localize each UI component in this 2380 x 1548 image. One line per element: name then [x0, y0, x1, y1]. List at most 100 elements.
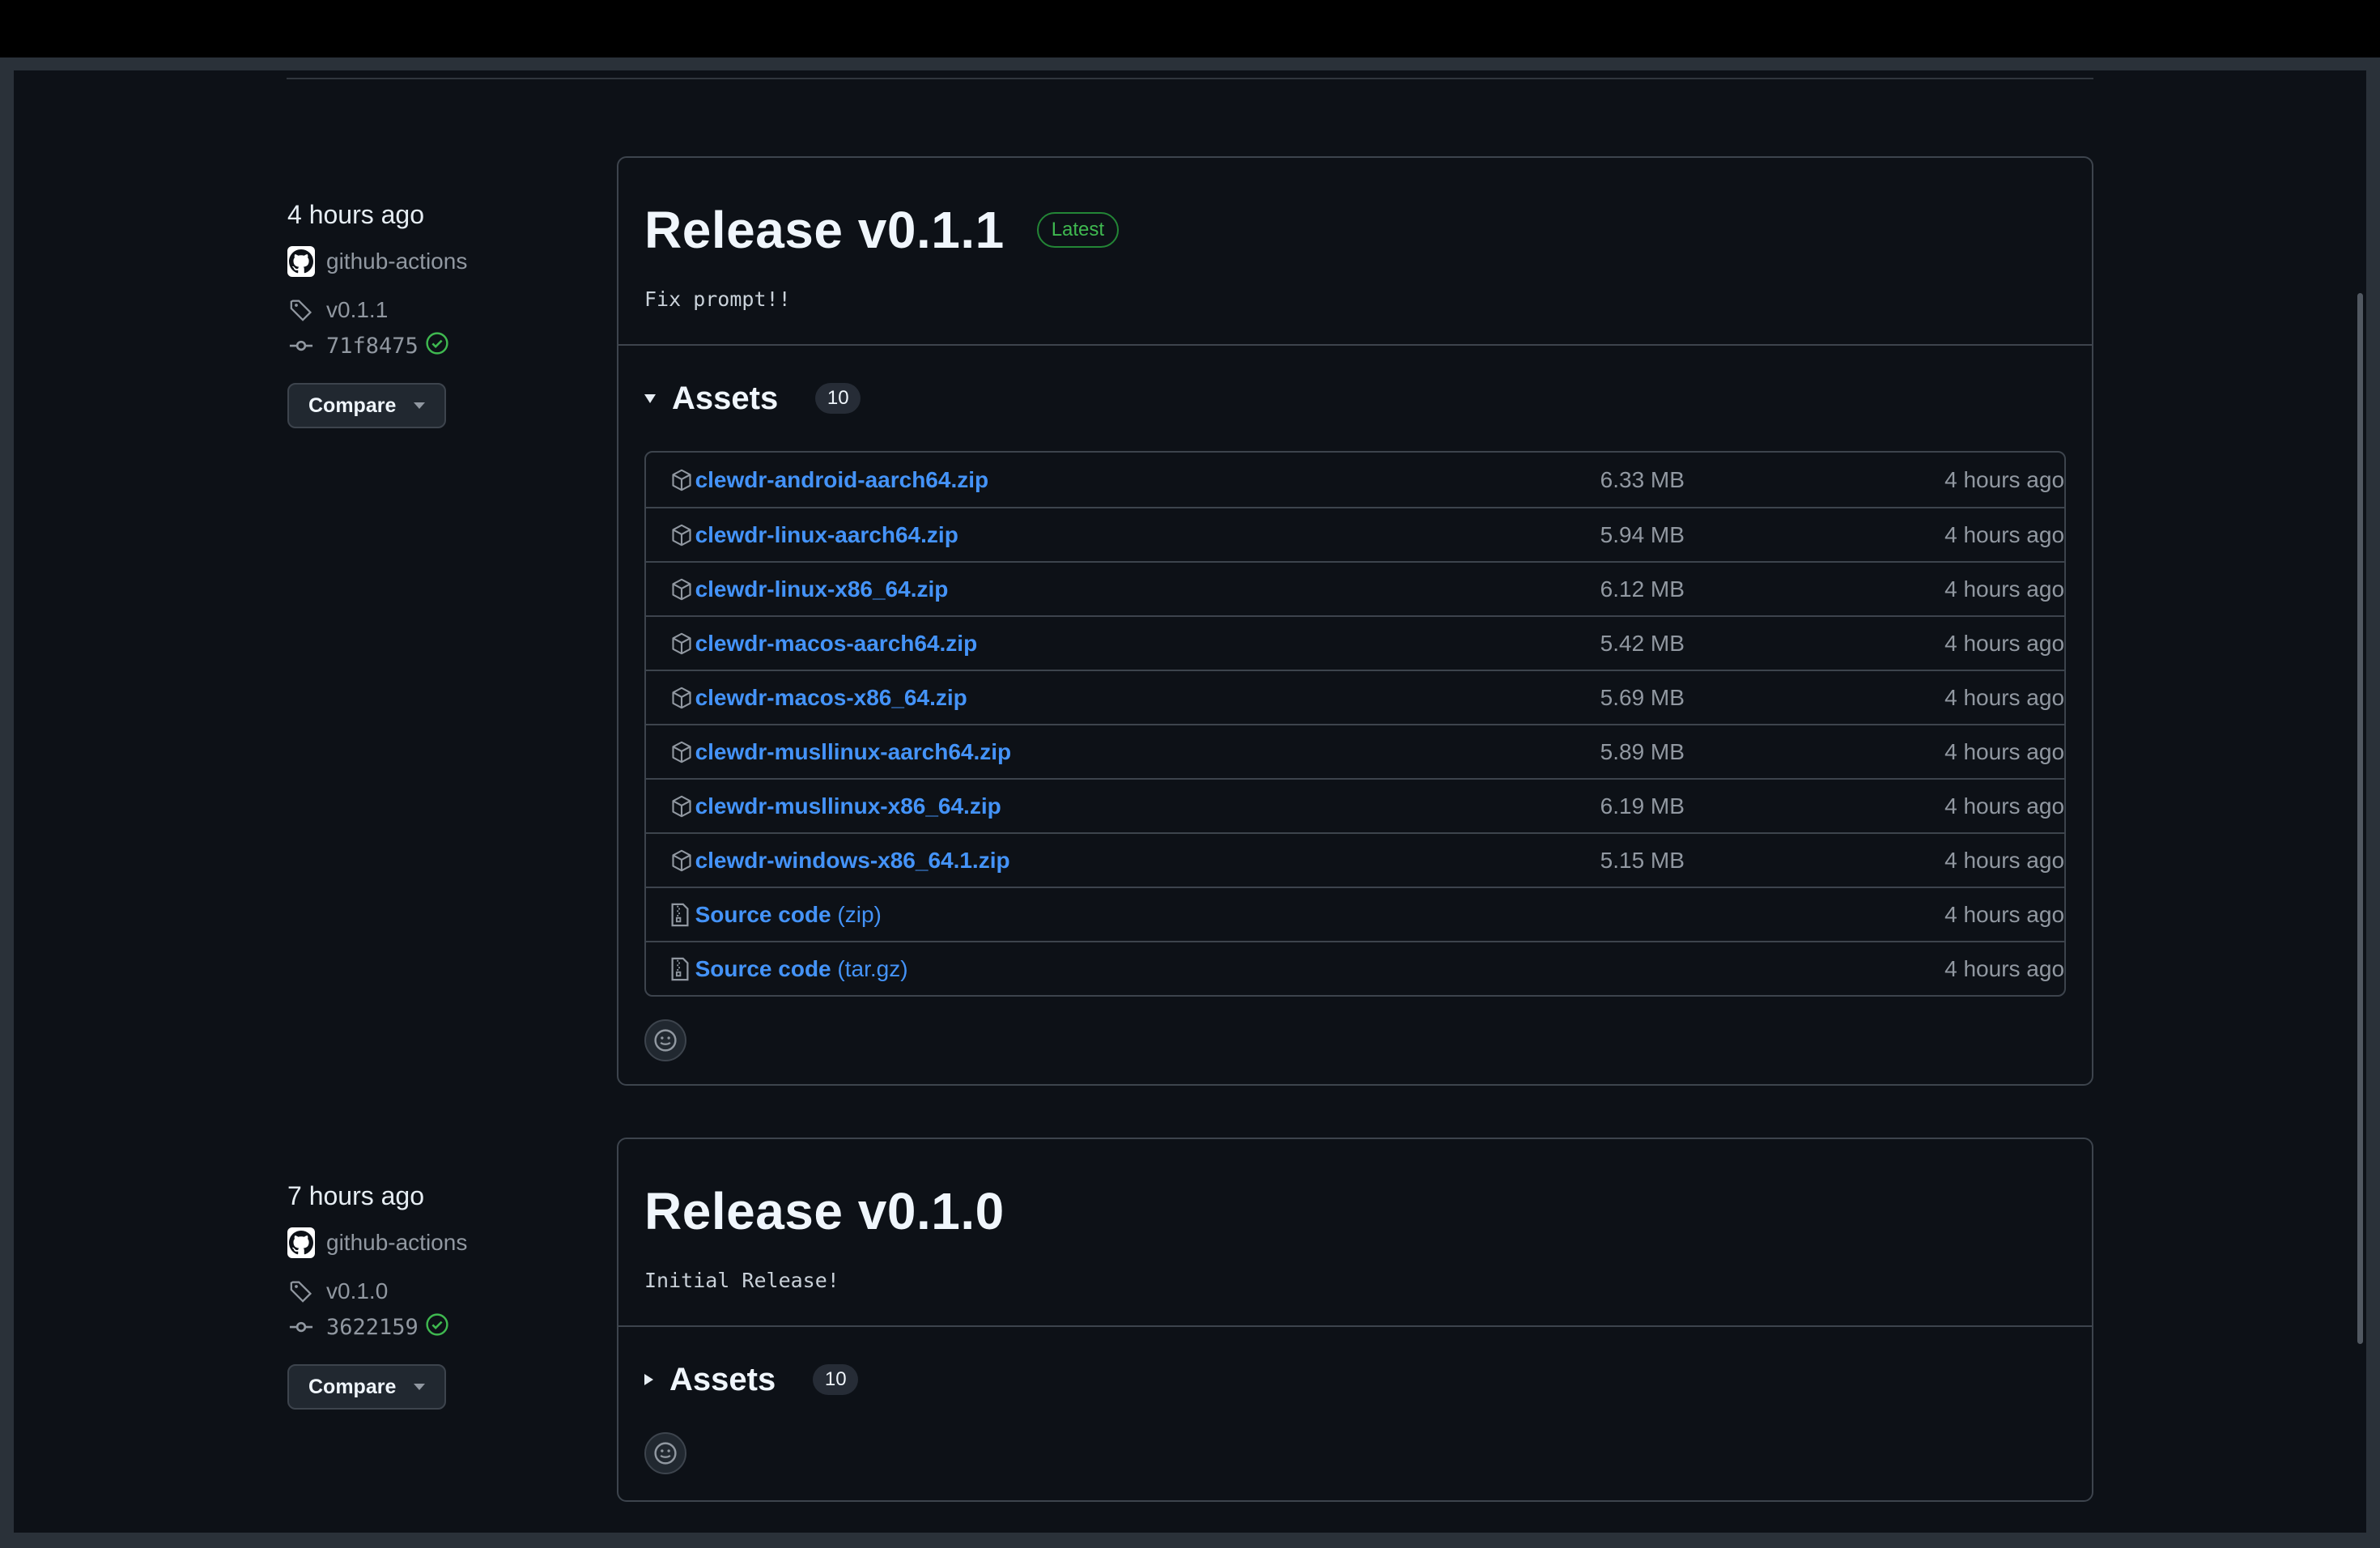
compare-button[interactable]: Compare [287, 1364, 446, 1410]
package-icon [670, 521, 695, 549]
tag-name[interactable]: v0.1.0 [326, 1278, 388, 1304]
release-author[interactable]: github-actions [287, 1227, 595, 1259]
asset-row: Source code (zip) 4 hours ago [646, 887, 2064, 941]
asset-time: 4 hours ago [1944, 466, 2065, 492]
release-time: 4 hours ago [287, 200, 425, 229]
package-icon [670, 847, 695, 874]
add-reaction-button[interactable] [644, 1432, 686, 1474]
assets-label: Assets [672, 380, 779, 416]
release-card: Release v0.1.1 Latest Fix prompt!! Asset… [617, 156, 2093, 1086]
release-notes: Fix prompt!! [644, 287, 791, 311]
compare-label: Compare [308, 393, 397, 417]
asset-name[interactable]: clewdr-linux-x86_64.zip [695, 576, 949, 602]
check-circle-icon [425, 1312, 449, 1342]
asset-time: 4 hours ago [1944, 738, 2065, 764]
asset-size: 5.42 MB [1600, 630, 1685, 656]
asset-name[interactable]: Source code [695, 956, 831, 981]
release-meta: 7 hours ago github-actions v0.1.0 362215… [287, 1178, 595, 1410]
release-time: 7 hours ago [287, 1181, 425, 1210]
asset-name[interactable]: Source code [695, 902, 831, 927]
asset-row: clewdr-android-aarch64.zip 6.33 MB 4 hours… [646, 453, 2064, 507]
asset-name[interactable]: clewdr-musllinux-x86_64.zip [695, 793, 1001, 819]
scrollbar[interactable] [2357, 293, 2363, 1344]
release-title[interactable]: Release v0.1.0 [644, 1181, 1005, 1241]
release-author[interactable]: github-actions [287, 245, 595, 278]
assets-toggle[interactable]: Assets 10 [618, 1327, 2092, 1432]
asset-name[interactable]: clewdr-linux-aarch64.zip [695, 522, 958, 547]
tag-name[interactable]: v0.1.1 [326, 297, 388, 323]
smiley-icon [654, 1442, 677, 1465]
release-commit[interactable]: 3622159 [287, 1311, 595, 1343]
asset-link[interactable]: clewdr-linux-aarch64.zip [695, 522, 1600, 548]
asset-time: 4 hours ago [1944, 793, 2065, 819]
asset-link[interactable]: clewdr-windows-x86_64.1.zip [695, 848, 1600, 874]
asset-name[interactable]: clewdr-musllinux-aarch64.zip [695, 739, 1012, 764]
asset-name[interactable]: clewdr-android-aarch64.zip [695, 467, 989, 492]
asset-link[interactable]: clewdr-android-aarch64.zip [695, 467, 1600, 493]
compare-button[interactable]: Compare [287, 383, 446, 428]
smiley-icon [654, 1029, 677, 1052]
file-zip-icon [670, 955, 695, 983]
assets-label: Assets [669, 1361, 776, 1397]
package-icon [670, 684, 695, 712]
commit-icon [287, 332, 315, 359]
release-meta: 4 hours ago github-actions v0.1.1 71f847… [287, 197, 595, 428]
package-icon [670, 738, 695, 766]
asset-list: clewdr-android-aarch64.zip 6.33 MB 4 hours… [644, 451, 2066, 997]
asset-row: clewdr-linux-aarch64.zip 5.94 MB 4 hours a… [646, 507, 2064, 561]
asset-name[interactable]: clewdr-windows-x86_64.1.zip [695, 848, 1010, 873]
commit-sha[interactable]: 71f8475 [326, 334, 419, 359]
asset-time: 4 hours ago [1944, 521, 2065, 547]
release-tag[interactable]: v0.1.0 [287, 1275, 595, 1308]
assets-toggle[interactable]: Assets 10 [618, 346, 2092, 451]
asset-link[interactable]: clewdr-macos-aarch64.zip [695, 631, 1600, 657]
asset-name[interactable]: clewdr-macos-x86_64.zip [695, 685, 967, 710]
release-notes: Initial Release! [644, 1269, 839, 1292]
asset-size: 6.19 MB [1600, 793, 1685, 819]
release-commit[interactable]: 71f8475 [287, 330, 595, 362]
package-icon [670, 793, 695, 820]
avatar[interactable] [287, 1227, 315, 1258]
add-reaction-button[interactable] [644, 1019, 686, 1061]
asset-link[interactable]: clewdr-musllinux-x86_64.zip [695, 793, 1600, 819]
assets-count: 10 [815, 383, 861, 414]
asset-suffix[interactable]: (zip) [837, 902, 881, 927]
asset-size: 5.69 MB [1600, 684, 1685, 710]
tag-icon [287, 296, 315, 324]
release-title[interactable]: Release v0.1.1 [644, 200, 1005, 260]
asset-link[interactable]: Source code (zip) [695, 902, 1600, 928]
package-icon [670, 630, 695, 657]
asset-suffix[interactable]: (tar.gz) [837, 956, 907, 981]
asset-time: 4 hours ago [1944, 901, 2065, 927]
releases-page: 4 hours ago github-actions v0.1.1 71f847… [14, 70, 2366, 1533]
top-divider [287, 78, 2093, 79]
github-logo-icon [287, 1227, 315, 1258]
triangle-right-icon [644, 1374, 653, 1385]
author-name[interactable]: github-actions [326, 249, 467, 274]
chevron-down-icon [414, 1384, 426, 1390]
compare-label: Compare [308, 1375, 397, 1398]
chevron-down-icon [414, 402, 426, 409]
asset-link[interactable]: clewdr-macos-x86_64.zip [695, 685, 1600, 711]
asset-row: clewdr-windows-x86_64.1.zip 5.15 MB 4 hour… [646, 832, 2064, 887]
asset-time: 4 hours ago [1944, 847, 2065, 873]
package-icon [670, 466, 695, 494]
tag-icon [287, 1278, 315, 1305]
assets-count: 10 [813, 1364, 859, 1395]
check-circle-icon [425, 331, 449, 361]
asset-link[interactable]: Source code (tar.gz) [695, 956, 1600, 982]
github-logo-icon [287, 246, 315, 277]
release-tag[interactable]: v0.1.1 [287, 294, 595, 326]
commit-sha[interactable]: 3622159 [326, 1315, 419, 1340]
asset-row: clewdr-musllinux-aarch64.zip 5.89 MB 4 hou… [646, 724, 2064, 778]
asset-size: 5.94 MB [1600, 521, 1685, 547]
asset-name[interactable]: clewdr-macos-aarch64.zip [695, 631, 978, 656]
asset-link[interactable]: clewdr-musllinux-aarch64.zip [695, 739, 1600, 765]
asset-size: 5.89 MB [1600, 738, 1685, 764]
asset-row: Source code (tar.gz) 4 hours ago [646, 941, 2064, 995]
avatar[interactable] [287, 246, 315, 277]
latest-badge: Latest [1036, 212, 1120, 248]
asset-row: clewdr-linux-x86_64.zip 6.12 MB 4 hours ag… [646, 561, 2064, 615]
author-name[interactable]: github-actions [326, 1230, 467, 1256]
asset-link[interactable]: clewdr-linux-x86_64.zip [695, 576, 1600, 602]
